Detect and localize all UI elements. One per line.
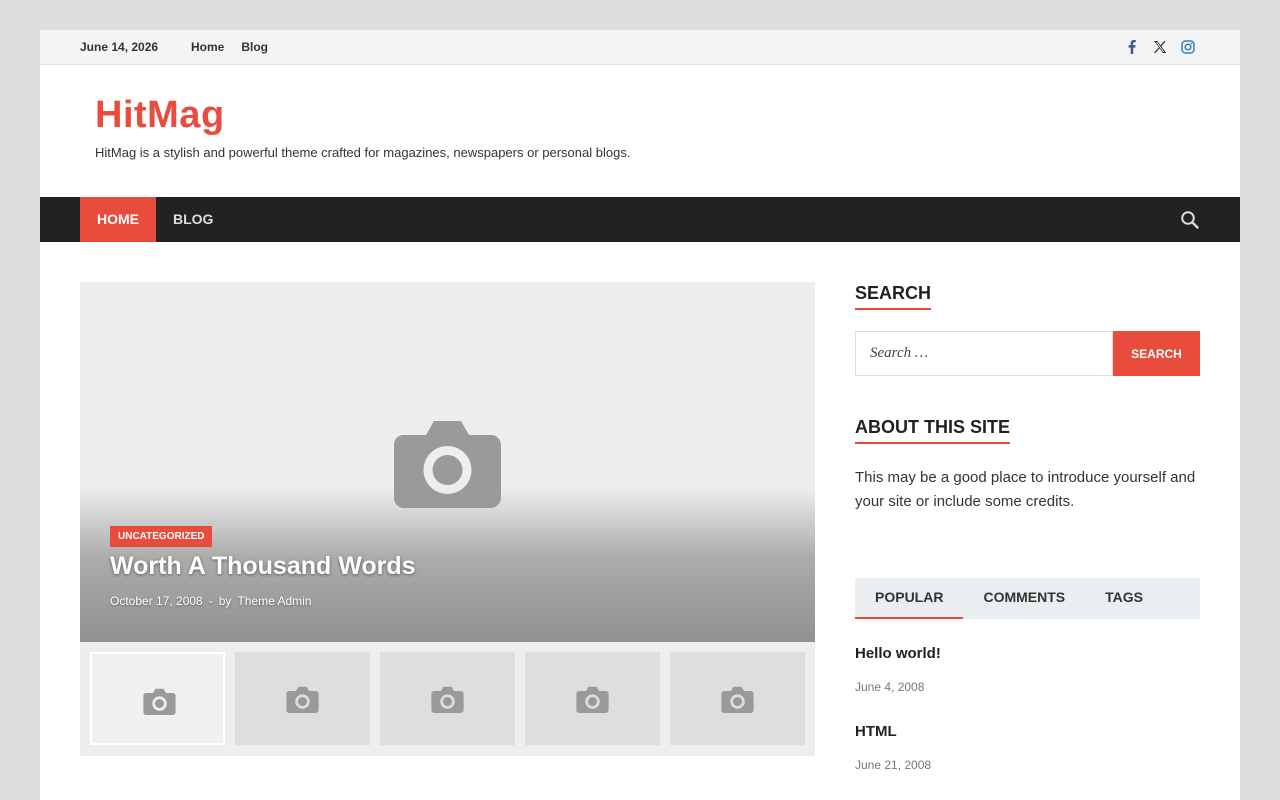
popular-post-date: June 21, 2008 — [855, 758, 932, 772]
camera-icon — [576, 686, 609, 713]
camera-icon — [431, 686, 464, 713]
slide-meta: October 17, 2008 - by Theme Admin — [110, 594, 311, 608]
top-bar: June 14, 2026 Home Blog — [40, 30, 1240, 65]
current-date: June 14, 2026 — [80, 40, 159, 54]
slider-thumbnails — [80, 642, 815, 756]
page: June 14, 2026 Home Blog HitMag HitMag is… — [40, 30, 1240, 800]
slide-author[interactable]: Theme Admin — [237, 594, 311, 608]
search-input[interactable] — [855, 331, 1113, 376]
thumbnail-4[interactable] — [525, 652, 660, 745]
popular-post-title[interactable]: Hello world! — [855, 645, 941, 662]
search-widget-title: Search — [855, 283, 932, 310]
featured-slider[interactable]: Uncategorized Worth A Thousand Words Oct… — [80, 282, 815, 642]
top-link-home[interactable]: Home — [191, 40, 224, 54]
x-twitter-icon[interactable] — [1152, 39, 1168, 55]
site-title[interactable]: HitMag — [95, 94, 225, 137]
nav-item-home[interactable]: Home — [80, 197, 156, 242]
tab-comments[interactable]: Comments — [963, 578, 1085, 619]
search-icon[interactable] — [1180, 210, 1200, 230]
thumbnail-5[interactable] — [670, 652, 805, 745]
camera-icon — [721, 686, 754, 713]
instagram-icon[interactable] — [1180, 39, 1196, 55]
top-links: Home Blog — [191, 40, 268, 54]
category-badge[interactable]: Uncategorized — [110, 526, 213, 547]
facebook-icon[interactable] — [1124, 39, 1140, 55]
thumbnail-2[interactable] — [235, 652, 370, 745]
tab-tags[interactable]: Tags — [1085, 578, 1163, 619]
meta-separator: - — [208, 594, 213, 608]
about-widget-title: About This Site — [855, 417, 1011, 444]
social-links — [1124, 39, 1196, 55]
top-link-blog[interactable]: Blog — [241, 40, 268, 54]
popular-post-title[interactable]: HTML — [855, 723, 897, 740]
thumbnail-1[interactable] — [90, 652, 225, 745]
slide-title[interactable]: Worth A Thousand Words — [110, 552, 416, 581]
slide-date[interactable]: October 17, 2008 — [110, 594, 203, 608]
main-navigation: Home Blog — [40, 197, 1240, 242]
popular-post-date: June 4, 2008 — [855, 680, 925, 694]
site-tagline: HitMag is a stylish and powerful theme c… — [95, 145, 631, 160]
camera-icon — [286, 686, 319, 713]
tabbed-widget: Popular Comments Tags — [855, 578, 1200, 619]
search-button[interactable]: Search — [1113, 331, 1200, 376]
camera-icon — [143, 688, 176, 715]
nav-item-blog[interactable]: Blog — [156, 197, 230, 242]
meta-by: by — [218, 594, 232, 608]
thumbnail-3[interactable] — [380, 652, 515, 745]
tab-popular[interactable]: Popular — [855, 578, 964, 619]
about-text: This may be a good place to introduce yo… — [855, 469, 1196, 510]
